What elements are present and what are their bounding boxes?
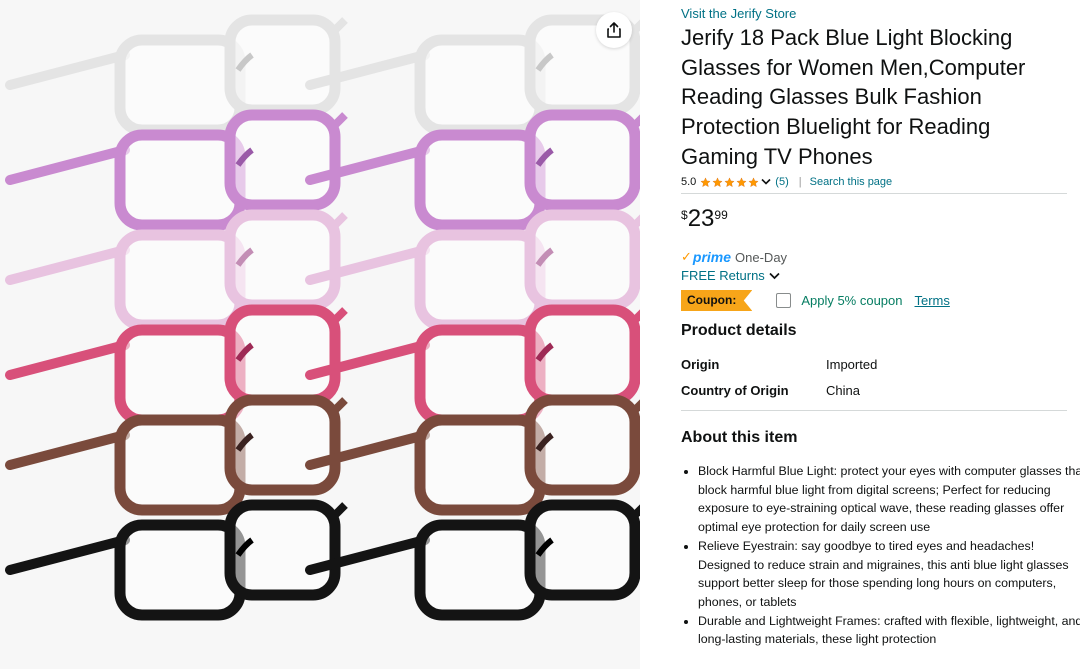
- star-icon: [712, 176, 723, 187]
- rating-row: 5.0 (5) | Search this page: [681, 175, 1067, 189]
- free-returns-label: FREE Returns: [681, 268, 765, 283]
- free-returns-link[interactable]: FREE Returns: [681, 268, 780, 283]
- chevron-down-icon[interactable]: [761, 178, 771, 186]
- star-icon: [700, 176, 711, 187]
- search-page-link[interactable]: Search this page: [810, 176, 893, 188]
- list-item: Durable and Lightweight Frames: crafted …: [698, 612, 1080, 649]
- prime-delivery-row: ✓ prime One-Day: [681, 249, 787, 265]
- share-icon: [607, 22, 621, 38]
- glasses-pair: [5, 499, 348, 621]
- detail-row-origin: Origin Imported: [681, 357, 877, 372]
- prime-delivery-speed: One-Day: [735, 249, 788, 265]
- divider: [681, 410, 1067, 411]
- glasses-illustration: [5, 14, 640, 621]
- price: $ 23 99: [681, 205, 728, 233]
- price-whole: 23: [687, 205, 715, 232]
- coupon-row: Coupon: Apply 5% coupon Terms: [681, 290, 950, 311]
- detail-key: Origin: [681, 357, 720, 372]
- prime-label: prime: [692, 249, 732, 265]
- price-symbol: $: [681, 208, 688, 222]
- list-item: Relieve Eyestrain: say goodbye to tired …: [698, 537, 1080, 612]
- divider: [681, 193, 1067, 194]
- rating-count[interactable]: (5): [775, 176, 788, 188]
- about-heading: About this item: [681, 429, 798, 446]
- coupon-terms-link[interactable]: Terms: [915, 293, 950, 308]
- product-image[interactable]: [0, 0, 640, 669]
- glasses-pair: [305, 394, 640, 516]
- star-icon: [736, 176, 747, 187]
- star-icon: [748, 176, 759, 187]
- store-link[interactable]: Visit the Jerify Store: [681, 6, 796, 21]
- coupon-badge: Coupon:: [681, 290, 753, 311]
- detail-value: China: [826, 383, 860, 398]
- glasses-pair: [305, 109, 640, 231]
- rating-value: 5.0: [681, 176, 697, 188]
- price-fraction: 99: [714, 208, 728, 222]
- detail-key: Country of Origin: [681, 383, 789, 398]
- share-button[interactable]: [596, 12, 632, 48]
- product-title: Jerify 18 Pack Blue Light Blocking Glass…: [681, 25, 1026, 169]
- product-details-heading: Product details: [681, 322, 797, 339]
- apply-coupon-label[interactable]: Apply 5% coupon: [801, 293, 902, 308]
- list-item: Block Harmful Blue Light: protect your e…: [698, 462, 1080, 537]
- chevron-down-icon: [769, 272, 780, 279]
- glasses-pair: [5, 109, 348, 231]
- glasses-pair: [5, 394, 348, 516]
- star-icon: [724, 176, 735, 187]
- divider: |: [798, 176, 802, 188]
- coupon-checkbox[interactable]: [776, 293, 792, 308]
- prime-check-icon: ✓: [681, 249, 692, 264]
- detail-row-country: Country of Origin China: [681, 383, 860, 398]
- prime-logo: ✓ prime: [681, 249, 731, 265]
- detail-value: Imported: [826, 357, 878, 372]
- glasses-pair: [305, 499, 640, 621]
- star-rating[interactable]: [700, 176, 760, 188]
- about-bullets: Block Harmful Blue Light: protect your e…: [681, 462, 1080, 649]
